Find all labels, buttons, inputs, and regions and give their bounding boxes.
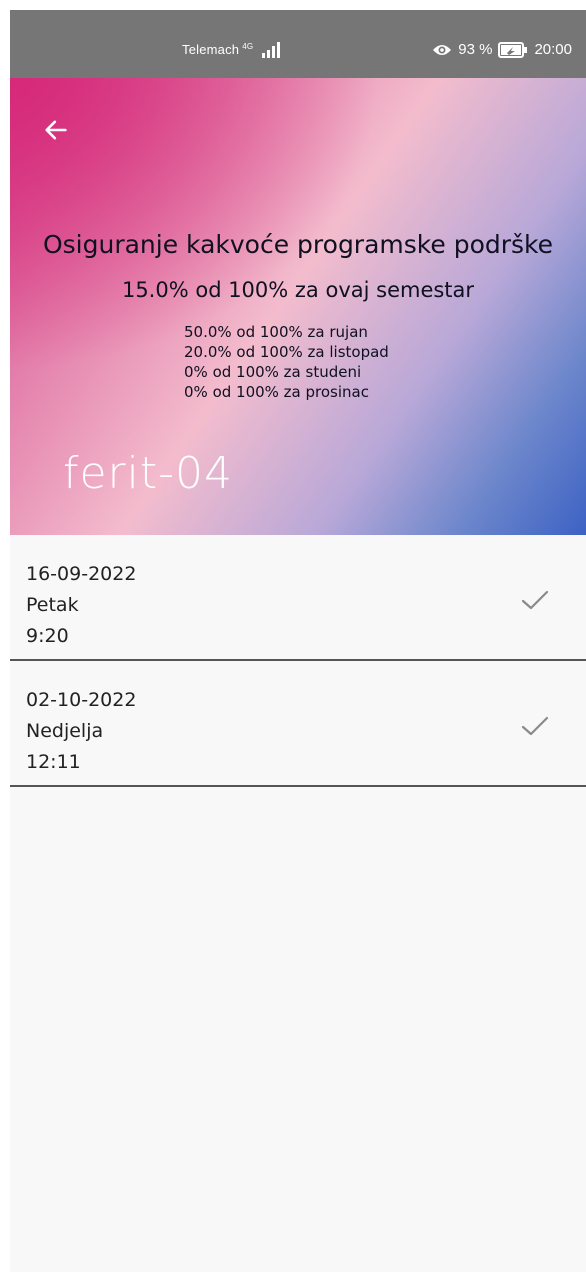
semester-summary: 15.0% od 100% za ovaj semestar xyxy=(121,278,475,302)
status-bar: Telemach 4G 93 % 20:00 xyxy=(10,10,586,78)
entry-day: Petak xyxy=(26,594,79,616)
device-name: ferit-04 xyxy=(63,448,233,499)
month-progress-rujan: 50.0% od 100% za rujan xyxy=(184,323,368,341)
entry-date: 16-09-2022 xyxy=(26,563,137,585)
entry-text: 16-09-2022 Petak 9:20 xyxy=(26,559,136,652)
entry-time: 9:20 xyxy=(26,625,69,647)
attendance-list: 16-09-2022 Petak 9:20 02-10-2022 Nedjelj… xyxy=(10,535,586,787)
battery-percent: 93 % xyxy=(458,41,493,58)
entry-text: 02-10-2022 Nedjelja 12:11 xyxy=(26,685,136,778)
monthly-progress-list: 50.0% od 100% za rujan 20.0% od 100% za … xyxy=(184,322,389,402)
battery-icon xyxy=(498,41,528,58)
entry-day: Nedjelja xyxy=(26,720,104,742)
carrier-label: Telemach 4G xyxy=(182,42,253,57)
entry-date: 02-10-2022 xyxy=(26,689,137,711)
eye-icon xyxy=(433,44,452,55)
status-right: 93 % 20:00 xyxy=(432,41,572,58)
list-item[interactable]: 16-09-2022 Petak 9:20 xyxy=(10,535,586,661)
course-title: Osiguranje kakvoće programske podrške xyxy=(42,230,554,259)
check-icon xyxy=(521,716,549,736)
month-progress-listopad: 20.0% od 100% za listopad xyxy=(184,343,389,361)
network-type: 4G xyxy=(242,42,254,51)
month-progress-prosinac: 0% od 100% za prosinac xyxy=(184,383,369,401)
entry-time: 12:11 xyxy=(26,751,81,773)
course-header: Osiguranje kakvoće programske podrške 15… xyxy=(10,78,586,535)
check-icon xyxy=(521,590,549,610)
month-progress-studeni: 0% od 100% za studeni xyxy=(184,363,362,381)
list-item[interactable]: 02-10-2022 Nedjelja 12:11 xyxy=(10,661,586,787)
back-button[interactable] xyxy=(36,110,76,150)
clock: 20:00 xyxy=(534,41,572,58)
signal-icon xyxy=(262,42,280,58)
app-screen: Telemach 4G 93 % 20:00 Osiguranje kakvoć… xyxy=(10,10,586,1272)
arrow-left-icon xyxy=(45,120,67,140)
carrier-name: Telemach xyxy=(182,42,240,57)
